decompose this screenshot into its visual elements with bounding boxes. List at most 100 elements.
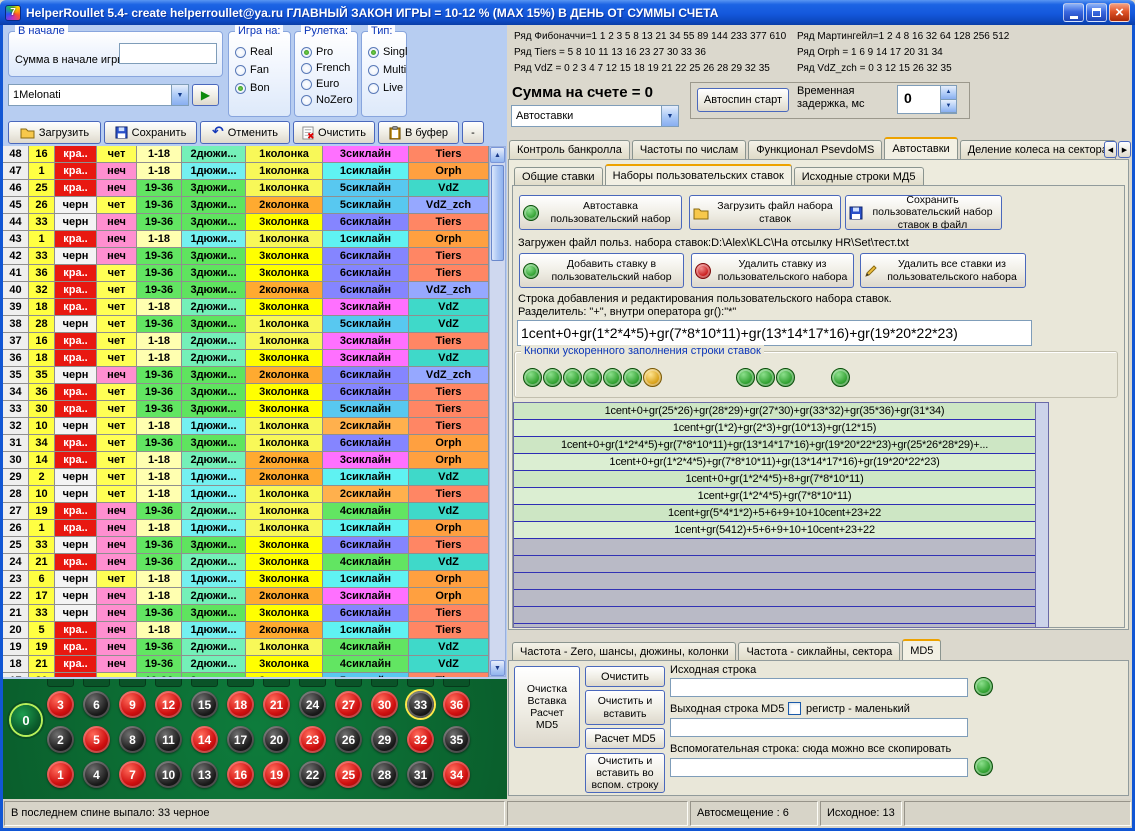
add-bet-button[interactable]: Добавить ставку в пользовательский набор (519, 253, 684, 288)
roulette-radio-option[interactable]: French (301, 62, 353, 74)
table-row[interactable]: 21 33 черн неч 19-36 3дюжи... 3колонка 6… (3, 605, 489, 622)
board-number[interactable]: 15 (191, 691, 218, 718)
scrollbar-thumb[interactable] (491, 165, 504, 261)
board-number[interactable]: 32 (407, 726, 434, 753)
bet-row[interactable]: 1cent+gr(1*2)+gr(2*3)+gr(10*13)+gr(12*15… (514, 420, 1035, 437)
game-radio-option[interactable]: Real (235, 46, 273, 58)
md5-clear-paste-aux-button[interactable]: Очистить и вставить во вспом. строку (585, 753, 665, 793)
main-tab[interactable]: Автоставки (884, 137, 957, 159)
md5-calc-button[interactable]: Расчет MD5 (585, 728, 665, 749)
type-radio-option[interactable]: Live (368, 82, 407, 94)
table-row[interactable]: 34 36 кра.. чет 19-36 3дюжи... 3колонка … (3, 384, 489, 401)
board-number[interactable]: 27 (335, 691, 362, 718)
md5-source-input[interactable] (670, 678, 968, 697)
table-row[interactable]: 47 1 кра.. неч 1-18 1дюжи... 1колонка 1с… (3, 163, 489, 180)
table-row[interactable]: 43 1 кра.. неч 1-18 1дюжи... 1колонка 1с… (3, 231, 489, 248)
table-row[interactable]: 18 21 кра.. неч 19-36 2дюжи... 3колонка … (3, 656, 489, 673)
table-row[interactable]: 19 19 кра.. неч 19-36 2дюжи... 1колонка … (3, 639, 489, 656)
board-number[interactable]: 10 (155, 761, 182, 788)
board-number[interactable]: 30 (371, 691, 398, 718)
bets-scrollbar[interactable] (1035, 403, 1048, 627)
sub-tab[interactable]: Общие ставки (514, 167, 603, 186)
table-row[interactable]: 42 33 черн неч 19-36 3дюжи... 3колонка 6… (3, 248, 489, 265)
bet-row[interactable]: 1cent+gr(1*2*4*5)+gr(7*8*10*11) (514, 488, 1035, 505)
md5-clear-paste-button[interactable]: Очистить и вставить (585, 690, 665, 725)
main-tab[interactable]: Деление колеса на сектора (960, 140, 1116, 159)
board-number[interactable]: 34 (443, 761, 470, 788)
table-row[interactable]: 35 35 черн неч 19-36 3дюжи... 2колонка 6… (3, 367, 489, 384)
table-row[interactable]: 26 1 кра.. неч 1-18 1дюжи... 1колонка 1с… (3, 520, 489, 537)
table-row[interactable]: 45 26 черн чет 19-36 3дюжи... 2колонка 5… (3, 197, 489, 214)
delay-value[interactable]: 0 (898, 86, 940, 113)
board-number[interactable]: 28 (371, 761, 398, 788)
bet-row[interactable]: 1cent+0+gr(1*2*4*5)+8+gr(7*8*10*11) (514, 471, 1035, 488)
scroll-down-button[interactable] (490, 660, 505, 676)
table-row[interactable]: 33 30 кра.. чет 19-36 3дюжи... 3колонка … (3, 401, 489, 418)
board-number[interactable]: 35 (443, 726, 470, 753)
table-row[interactable]: 29 2 черн чет 1-18 1дюжи... 2колонка 1си… (3, 469, 489, 486)
load-button[interactable]: Загрузить (8, 121, 101, 144)
board-number[interactable]: 31 (407, 761, 434, 788)
tabs-scroll-left-button[interactable] (1104, 141, 1117, 158)
board-number[interactable]: 21 (263, 691, 290, 718)
autobet-user-set-button[interactable]: Автоставка пользовательский набор (519, 195, 682, 230)
board-number[interactable]: 36 (443, 691, 470, 718)
table-row[interactable]: 25 33 черн неч 19-36 3дюжи... 3колонка 6… (3, 537, 489, 554)
board-number[interactable]: 13 (191, 761, 218, 788)
roulette-radio-option[interactable]: NoZero (301, 94, 353, 106)
minimize-button[interactable] (1063, 3, 1084, 22)
tabs-scroll-right-button[interactable] (1118, 141, 1131, 158)
start-sum-input[interactable] (119, 43, 217, 64)
md5-batch-button[interactable]: Очистка Вставка Расчет MD5 (514, 666, 580, 748)
chevron-down-icon[interactable] (661, 106, 678, 126)
roulette-radio-option[interactable]: Euro (301, 78, 353, 90)
board-number[interactable]: 4 (83, 761, 110, 788)
board-number[interactable]: 6 (83, 691, 110, 718)
table-row[interactable]: 37 16 кра.. чет 1-18 2дюжи... 1колонка 3… (3, 333, 489, 350)
bottom-tab[interactable]: Частота - сиклайны, сектора (738, 642, 900, 661)
table-row[interactable]: 36 18 кра.. чет 1-18 2дюжи... 3колонка 3… (3, 350, 489, 367)
bet-row[interactable]: 1cent+0+gr(25*26)+gr(28*29)+gr(27*30)+gr… (514, 403, 1035, 420)
table-row[interactable]: 22 17 черн неч 1-18 2дюжи... 2колонка 3с… (3, 588, 489, 605)
type-radio-option[interactable]: Multi (368, 64, 407, 76)
quick-chip-button[interactable] (831, 368, 850, 387)
md5-clear-button[interactable]: Очистить (585, 666, 665, 687)
table-row[interactable]: 32 10 черн чет 1-18 1дюжи... 1колонка 2с… (3, 418, 489, 435)
bet-row[interactable]: 1cent+gr(5*4*1*2)+5+6+9+10+10cent+23+22 (514, 505, 1035, 522)
quick-chip-button[interactable] (643, 368, 662, 387)
board-number[interactable]: 33 (407, 691, 434, 718)
board-number[interactable]: 19 (263, 761, 290, 788)
table-row[interactable]: 28 10 черн чет 1-18 1дюжи... 1колонка 2с… (3, 486, 489, 503)
collapse-button[interactable]: - (462, 121, 484, 144)
bottom-tab[interactable]: Частота - Zero, шансы, дюжины, колонки (512, 642, 736, 661)
board-number[interactable]: 7 (119, 761, 146, 788)
quick-chip-button[interactable] (623, 368, 642, 387)
quick-chip-button[interactable] (543, 368, 562, 387)
md5-aux-input[interactable] (670, 758, 968, 777)
board-number[interactable]: 2 (47, 726, 74, 753)
game-radio-option[interactable]: Fan (235, 64, 273, 76)
table-row[interactable]: 41 36 кра.. чет 19-36 3дюжи... 3колонка … (3, 265, 489, 282)
game-radio-option[interactable]: Bon (235, 82, 273, 94)
main-tab[interactable]: Контроль банкролла (509, 140, 630, 159)
board-number[interactable]: 18 (227, 691, 254, 718)
board-number[interactable]: 1 (47, 761, 74, 788)
md5-aux-chip-button[interactable] (974, 757, 993, 776)
sub-tab[interactable]: Исходные строки МД5 (794, 167, 924, 186)
table-row[interactable]: 17 30 кра.. чет 19-36 3дюжи... 3колонка … (3, 673, 489, 677)
bet-row[interactable]: 1cent+0+gr(1*2*4*5)+gr(7*8*10*11)+gr(13*… (514, 437, 1035, 454)
spinner-up-button[interactable] (941, 86, 956, 100)
run-strategy-button[interactable] (192, 84, 219, 106)
quick-chip-button[interactable] (583, 368, 602, 387)
quick-chip-button[interactable] (603, 368, 622, 387)
clear-button[interactable]: Очистить (293, 121, 375, 144)
table-row[interactable]: 38 28 черн чет 19-36 3дюжи... 1колонка 5… (3, 316, 489, 333)
board-number[interactable]: 25 (335, 761, 362, 788)
board-number[interactable]: 20 (263, 726, 290, 753)
board-number[interactable]: 5 (83, 726, 110, 753)
board-number[interactable]: 8 (119, 726, 146, 753)
board-number[interactable]: 12 (155, 691, 182, 718)
quick-chip-button[interactable] (776, 368, 795, 387)
table-row[interactable]: 31 34 кра.. чет 19-36 3дюжи... 1колонка … (3, 435, 489, 452)
spinner-down-button[interactable] (941, 100, 956, 114)
